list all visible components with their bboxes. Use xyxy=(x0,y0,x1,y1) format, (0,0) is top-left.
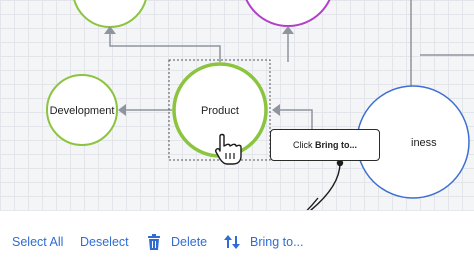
app-screen: Development Product iness Click Bring to… xyxy=(0,0,474,266)
bottom-toolbar: Select All Deselect Delete Bring to... xyxy=(0,210,474,266)
pointer-curve xyxy=(309,162,341,210)
top-left-node[interactable] xyxy=(73,0,147,28)
diagram-canvas[interactable]: Development Product iness Click Bring to… xyxy=(0,0,474,210)
arrowhead-development xyxy=(118,104,126,116)
top-purple-node[interactable] xyxy=(242,0,334,27)
deselect-button[interactable]: Deselect xyxy=(80,234,129,250)
business-label: iness xyxy=(411,137,437,149)
development-label: Development xyxy=(50,105,115,117)
bring-to-button[interactable]: Bring to... xyxy=(250,234,304,250)
trash-icon[interactable] xyxy=(145,233,163,251)
tooltip-action: Bring to... xyxy=(315,140,357,150)
select-all-button[interactable]: Select All xyxy=(12,234,63,250)
bring-to-tooltip: Click Bring to... xyxy=(270,129,380,161)
product-label: Product xyxy=(201,105,239,117)
connector-right-product xyxy=(280,109,313,129)
arrowhead-top-purple xyxy=(282,26,294,34)
diagram-svg: Development Product iness xyxy=(46,0,474,210)
connector-product-top-left xyxy=(109,34,221,62)
arrowhead-product xyxy=(272,104,280,116)
tooltip-prefix: Click xyxy=(293,140,315,150)
delete-button[interactable]: Delete xyxy=(171,234,207,250)
sort-arrows-icon[interactable] xyxy=(223,233,241,251)
